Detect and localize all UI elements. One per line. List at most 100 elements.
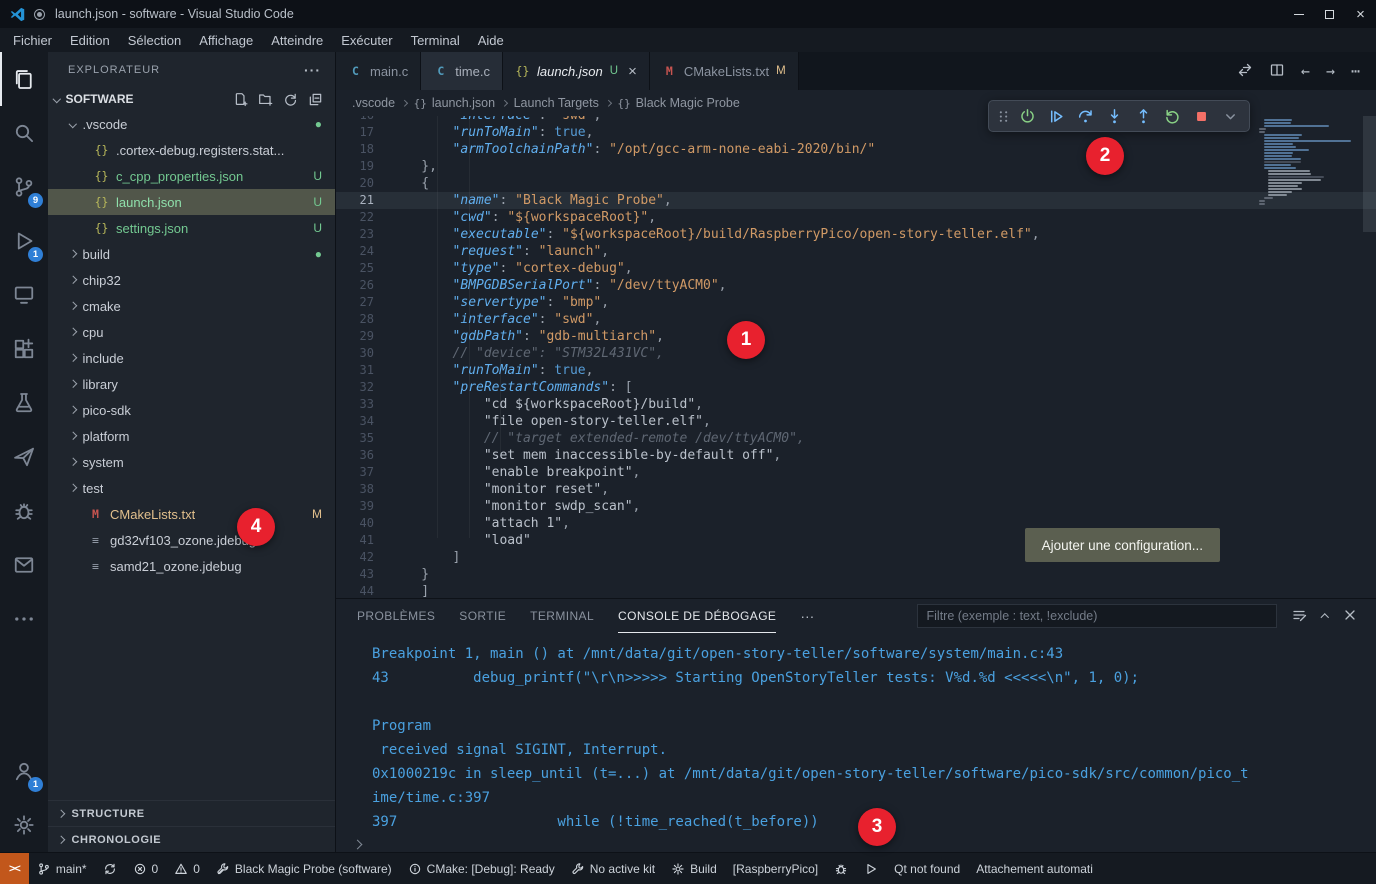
tab-launch-json[interactable]: {}launch.jsonU× xyxy=(503,52,650,90)
activity-extensions-icon[interactable] xyxy=(0,322,48,376)
menu-s-lection[interactable]: Sélection xyxy=(119,28,190,52)
tree-item-vscode[interactable]: .vscode● xyxy=(48,111,335,137)
menu-fichier[interactable]: Fichier xyxy=(4,28,61,52)
tree-item-cmakelists-txt[interactable]: MCMakeLists.txtM xyxy=(48,501,335,527)
tree-item-library[interactable]: library xyxy=(48,371,335,397)
sync-item[interactable] xyxy=(95,853,125,884)
activity-explorer-icon[interactable] xyxy=(0,52,48,106)
activity-settings-icon[interactable] xyxy=(0,798,48,852)
debug-run-button[interactable] xyxy=(1043,103,1070,129)
collapse-folders-button[interactable] xyxy=(305,89,325,109)
clear-console-button[interactable] xyxy=(1291,607,1307,626)
maximize-panel-button[interactable] xyxy=(1320,614,1328,622)
close-button[interactable]: × xyxy=(1345,0,1376,28)
console-filter-input[interactable] xyxy=(917,604,1277,628)
new-folder-button[interactable] xyxy=(255,89,275,109)
split-editor-button[interactable] xyxy=(1269,62,1285,81)
refresh-explorer-button[interactable] xyxy=(280,89,300,109)
close-tab-icon[interactable]: × xyxy=(628,63,637,80)
sidebar-more-actions-button[interactable]: ··· xyxy=(304,62,321,78)
tree-item-test[interactable]: test xyxy=(48,475,335,501)
minimize-button[interactable] xyxy=(1283,0,1314,28)
activity-extension-mail-icon[interactable] xyxy=(0,538,48,592)
breadcrumb-item-launch-json[interactable]: {}launch.json xyxy=(414,96,496,110)
tree-item-include[interactable]: include xyxy=(48,345,335,371)
activity-source-control-icon[interactable]: 9 xyxy=(0,160,48,214)
maximize-button[interactable] xyxy=(1314,0,1345,28)
editor-scrollbar-thumb[interactable] xyxy=(1363,116,1376,232)
qt-status-item[interactable]: Qt not found xyxy=(886,853,968,884)
new-file-button[interactable] xyxy=(230,89,250,109)
editor-more-actions-button[interactable]: ⋯ xyxy=(1351,62,1360,80)
tree-item-system[interactable]: system xyxy=(48,449,335,475)
debug-drag-handle[interactable] xyxy=(994,103,1012,129)
activity-search-icon[interactable] xyxy=(0,106,48,160)
cmake-build-item[interactable]: Build xyxy=(663,853,725,884)
tree-item-chip32[interactable]: chip32 xyxy=(48,267,335,293)
panel-more-actions-button[interactable]: ··· xyxy=(800,608,814,624)
problems-warnings[interactable]: 0 xyxy=(166,853,208,884)
section-chronologie[interactable]: CHRONOLOGIE xyxy=(48,826,335,852)
debug-icon-item[interactable] xyxy=(826,853,856,884)
tab-main-c[interactable]: Cmain.c xyxy=(336,52,421,90)
panel-tab-console-de-d-bogage[interactable]: CONSOLE DE DÉBOGAGE xyxy=(618,599,776,633)
navigate-back-button[interactable]: ← xyxy=(1301,62,1310,80)
navigate-forward-button[interactable]: → xyxy=(1326,62,1335,80)
debug-continue-button[interactable] xyxy=(1014,103,1041,129)
tree-item-build[interactable]: build● xyxy=(48,241,335,267)
menu-ex-cuter[interactable]: Exécuter xyxy=(332,28,401,52)
debug-console-output[interactable]: Breakpoint 1, main () at /mnt/data/git/o… xyxy=(336,633,1376,852)
run-icon-item[interactable] xyxy=(856,853,886,884)
cmake-variant-item[interactable]: [RaspberryPico] xyxy=(725,853,826,884)
activity-test-explorer-icon[interactable] xyxy=(0,376,48,430)
tab-time-c[interactable]: Ctime.c xyxy=(421,52,503,90)
open-changes-button[interactable] xyxy=(1237,62,1253,81)
tree-item-cortex-debug-registers-stat[interactable]: {}.cortex-debug.registers.stat... xyxy=(48,137,335,163)
debug-step-into-button[interactable] xyxy=(1101,103,1128,129)
debug-stop-button[interactable] xyxy=(1188,103,1215,129)
tree-item-gd32vf103-ozone-jdebug[interactable]: ≡gd32vf103_ozone.jdebug xyxy=(48,527,335,553)
activity-more-views-icon[interactable] xyxy=(0,592,48,646)
tree-item-c-cpp-properties-json[interactable]: {}c_cpp_properties.jsonU xyxy=(48,163,335,189)
tree-item-platform[interactable]: platform xyxy=(48,423,335,449)
activity-remote-explorer-icon[interactable] xyxy=(0,268,48,322)
section-structure[interactable]: STRUCTURE xyxy=(48,800,335,826)
close-panel-button[interactable] xyxy=(1342,607,1358,626)
code-editor[interactable]: 16"interface": "swd",17"runToMain": true… xyxy=(336,116,1376,598)
cmake-status-item[interactable]: CMake: [Debug]: Ready xyxy=(400,853,563,884)
workspace-section-header[interactable]: SOFTWARE xyxy=(48,87,335,111)
remote-indicator[interactable]: >< xyxy=(0,853,29,884)
tree-item-samd21-ozone-jdebug[interactable]: ≡samd21_ozone.jdebug xyxy=(48,553,335,579)
tab-cmakelists-txt[interactable]: MCMakeLists.txtM xyxy=(650,52,799,90)
breadcrumb-item-black-magic-probe[interactable]: {}Black Magic Probe xyxy=(617,96,739,110)
breadcrumb-item-launch-targets[interactable]: Launch Targets xyxy=(514,96,599,110)
tree-item-cpu[interactable]: cpu xyxy=(48,319,335,345)
problems-errors[interactable]: 0 xyxy=(125,853,167,884)
debug-target-item[interactable]: Black Magic Probe (software) xyxy=(208,853,400,884)
menu-edition[interactable]: Edition xyxy=(61,28,119,52)
console-input-chevron-icon[interactable] xyxy=(353,840,363,850)
panel-tab-sortie[interactable]: SORTIE xyxy=(459,599,506,633)
debug-restart-button[interactable] xyxy=(1159,103,1186,129)
breadcrumb-item-vscode[interactable]: .vscode xyxy=(352,96,395,110)
minimap[interactable] xyxy=(1255,119,1359,206)
auto-attach-item[interactable]: Attachement automati xyxy=(968,853,1101,884)
tree-item-pico-sdk[interactable]: pico-sdk xyxy=(48,397,335,423)
activity-extension-plane-icon[interactable] xyxy=(0,430,48,484)
tree-item-cmake[interactable]: cmake xyxy=(48,293,335,319)
menu-affichage[interactable]: Affichage xyxy=(190,28,262,52)
menu-atteindre[interactable]: Atteindre xyxy=(262,28,332,52)
tree-item-launch-json[interactable]: {}launch.jsonU xyxy=(48,189,335,215)
menu-aide[interactable]: Aide xyxy=(469,28,513,52)
activity-accounts-icon[interactable]: 1 xyxy=(0,744,48,798)
add-configuration-button[interactable]: Ajouter une configuration... xyxy=(1025,528,1220,562)
debug-step-out-button[interactable] xyxy=(1130,103,1157,129)
panel-tab-terminal[interactable]: TERMINAL xyxy=(530,599,594,633)
panel-tab-probl-mes[interactable]: PROBLÈMES xyxy=(357,599,435,633)
debug-stop-dropdown[interactable] xyxy=(1217,103,1244,129)
git-branch-item[interactable]: main* xyxy=(29,853,95,884)
activity-run-and-debug-icon[interactable]: 1 xyxy=(0,214,48,268)
tree-item-settings-json[interactable]: {}settings.jsonU xyxy=(48,215,335,241)
activity-extension-bug-icon[interactable] xyxy=(0,484,48,538)
cmake-kit-item[interactable]: No active kit xyxy=(563,853,663,884)
